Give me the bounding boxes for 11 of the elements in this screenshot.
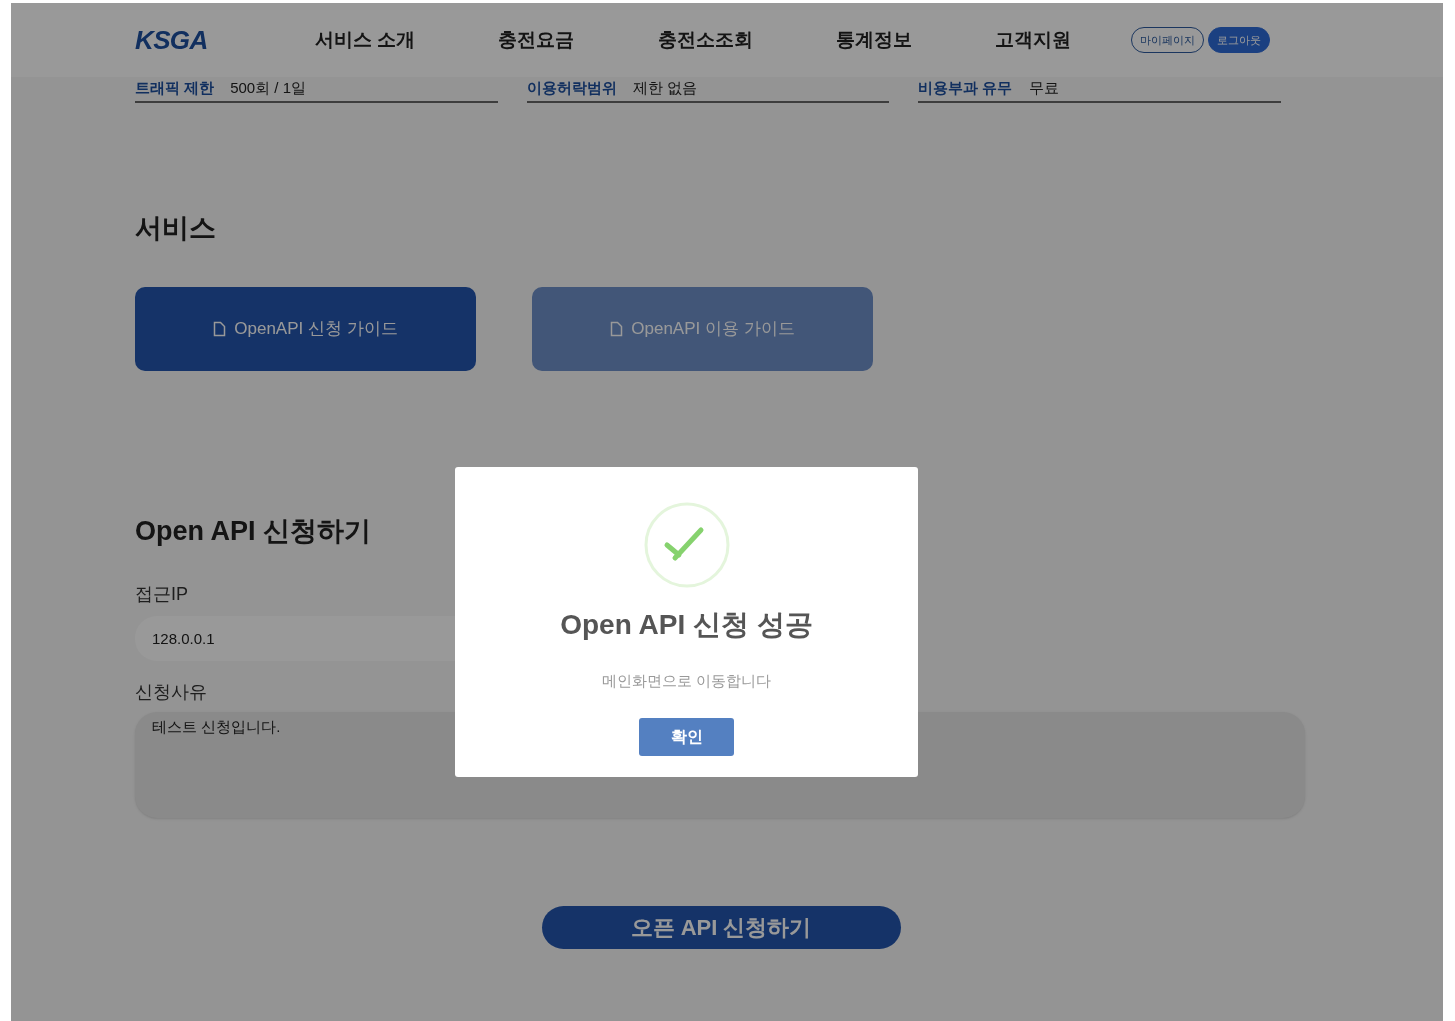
info-value: 제한 없음: [632, 77, 697, 98]
section-title: 서비스: [135, 212, 217, 245]
info-label: 이용허락범위: [526, 77, 617, 98]
dialog-message: 메인화면으로 이동합니다: [601, 671, 772, 691]
section-title: Open API 신청하기: [135, 514, 372, 548]
info-label: 비용부과 유무: [918, 77, 1013, 98]
info-value: 무료: [1028, 77, 1059, 98]
info-value: 500회 / 1일: [230, 77, 307, 98]
info-label: 트래픽 제한: [135, 77, 215, 98]
field-label: 신청사유: [135, 681, 207, 704]
field-label: 접근IP: [135, 583, 188, 606]
